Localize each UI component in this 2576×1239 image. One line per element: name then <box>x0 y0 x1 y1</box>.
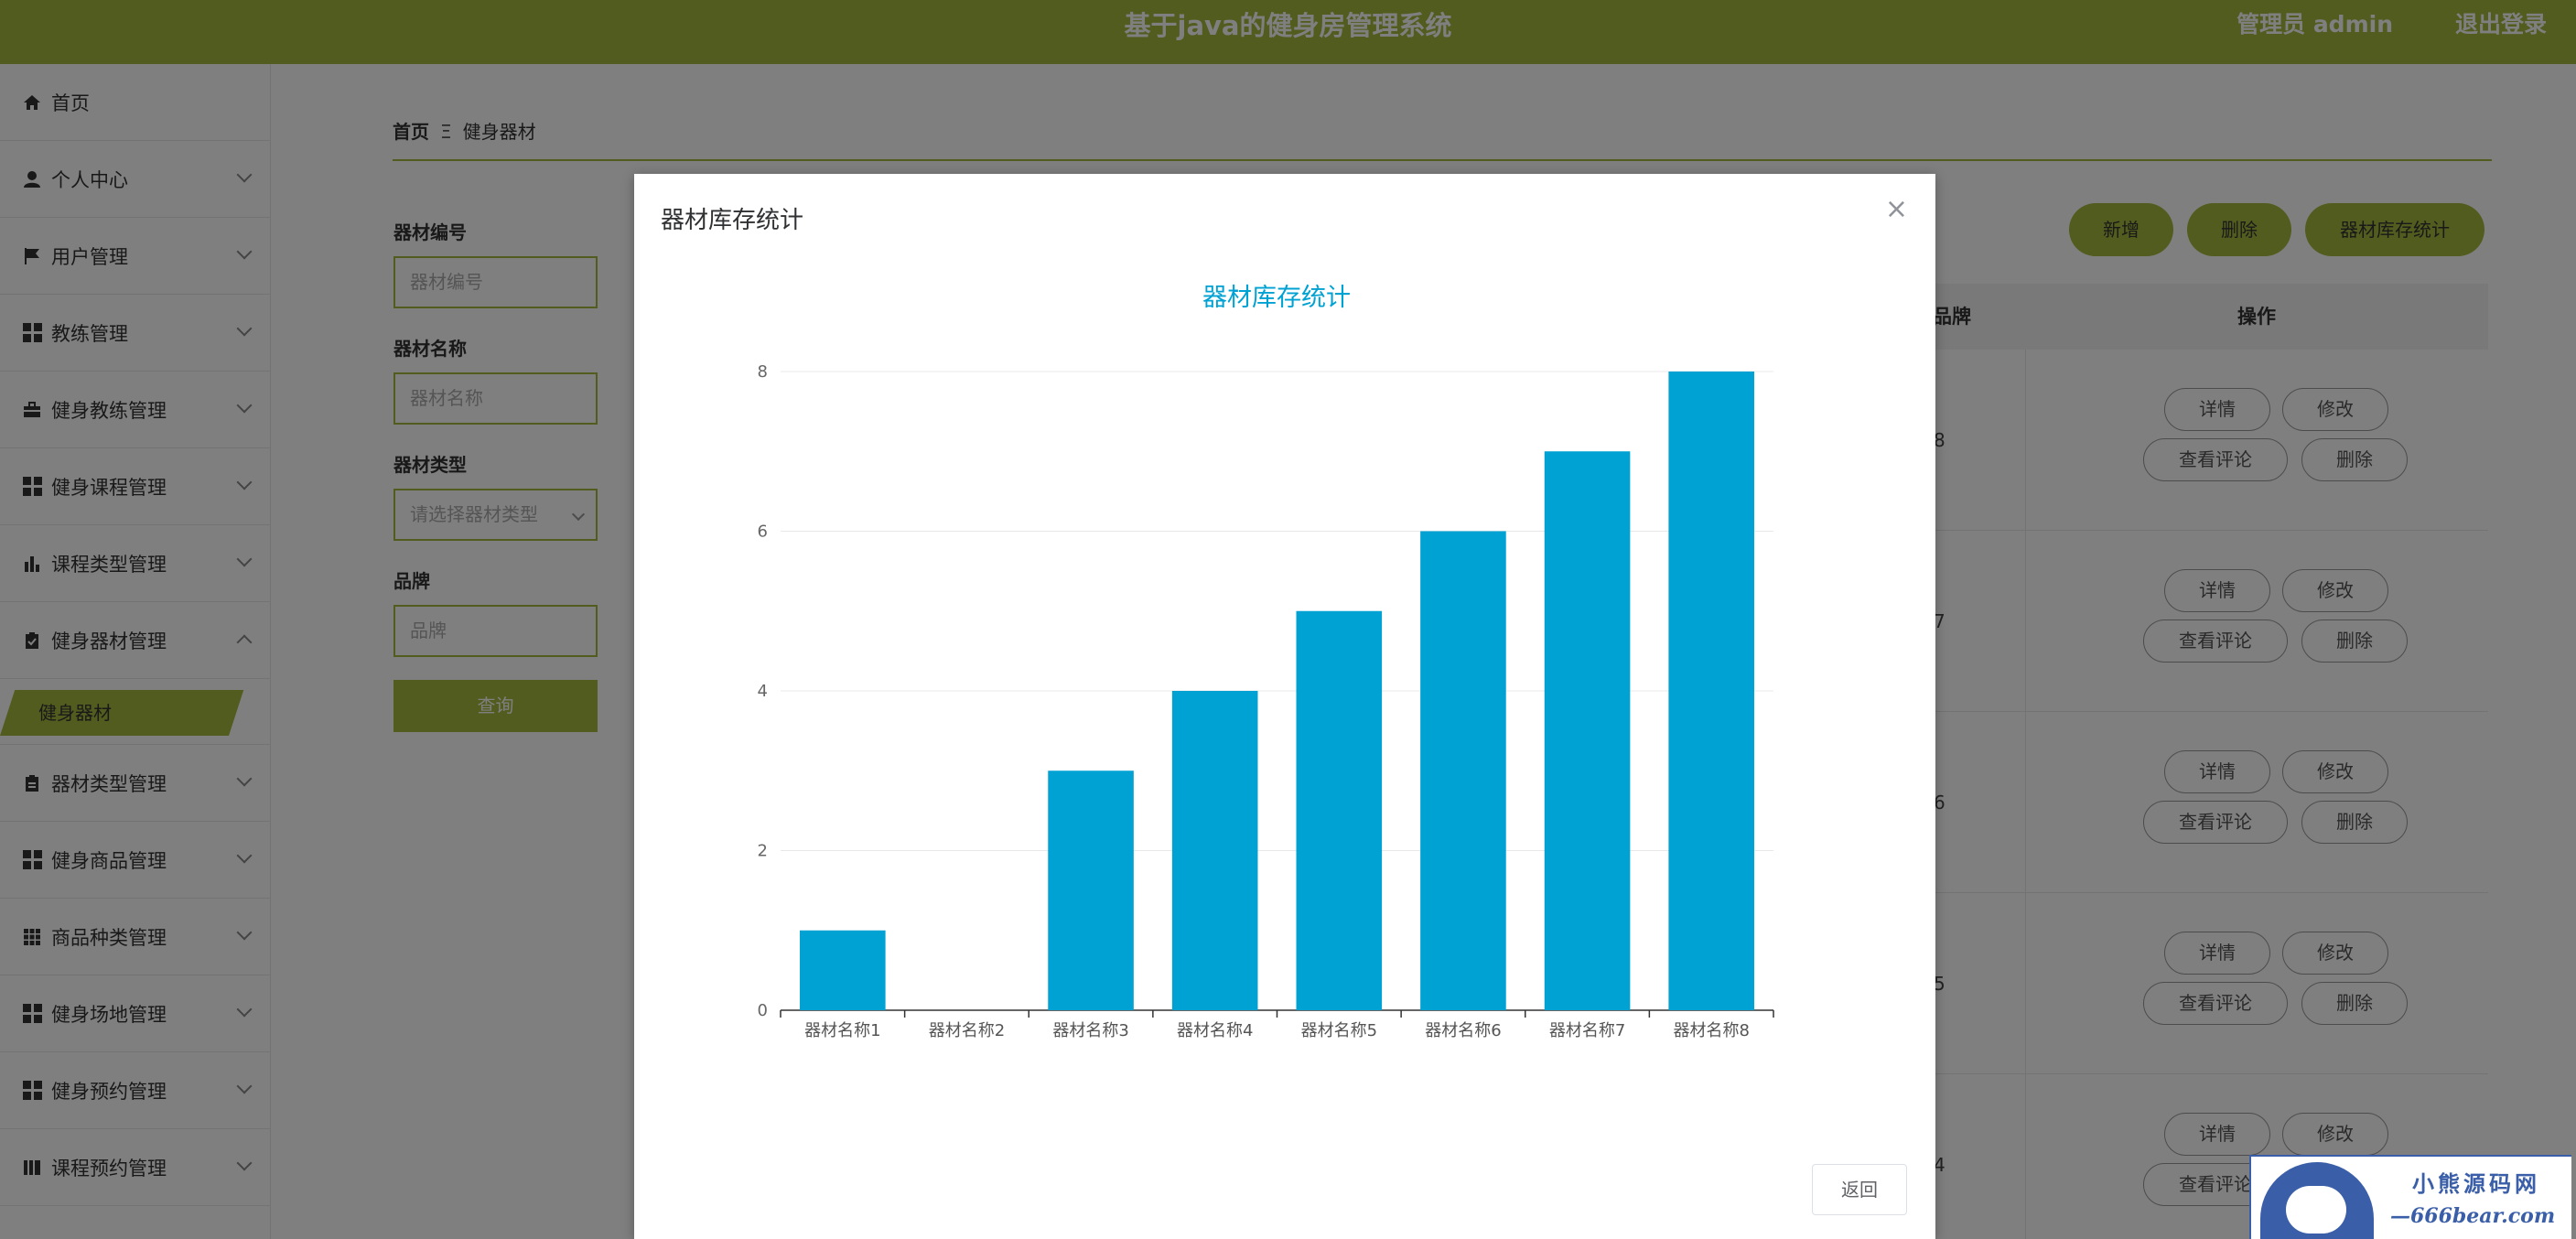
return-button[interactable]: 返回 <box>1812 1164 1907 1215</box>
x-tick-label: 器材名称1 <box>804 1021 880 1040</box>
bar <box>1420 531 1506 1010</box>
bar <box>800 930 886 1010</box>
stats-dialog: 器材库存统计 × 器材库存统计 0 2 4 6 8 器材名称1 器材名称2 器材名称3 器材名称4… <box>634 174 1935 1239</box>
y-tick-label: 6 <box>758 523 768 542</box>
y-tick-label: 4 <box>758 682 768 701</box>
watermark-logo: 小熊源码网 —666bear.com— <box>2249 1155 2571 1239</box>
bar <box>1668 372 1754 1010</box>
x-tick-label: 器材名称6 <box>1425 1021 1501 1040</box>
watermark-line2: —666bear.com— <box>2390 1204 2556 1239</box>
chart-container: 器材库存统计 0 2 4 6 8 器材名称1 器材名称2 器材名称3 器材名称4 器材名称5 器材名称… <box>634 265 1935 1180</box>
bar <box>1296 610 1383 1010</box>
x-tick-label: 器材名称7 <box>1549 1021 1625 1040</box>
dialog-title: 器材库存统计 <box>661 207 804 234</box>
bar-chart: 器材库存统计 0 2 4 6 8 器材名称1 器材名称2 器材名称3 器材名称4 器材名称5 器材名称… <box>758 284 1774 1040</box>
y-tick-label: 0 <box>758 1001 768 1020</box>
chart-title: 器材库存统计 <box>1202 284 1351 312</box>
x-tick-label: 器材名称4 <box>1177 1021 1253 1040</box>
y-tick-label: 2 <box>758 842 768 861</box>
x-tick-label: 器材名称2 <box>929 1021 1005 1040</box>
x-tick-label: 器材名称5 <box>1301 1021 1377 1040</box>
bear-logo-icon <box>2260 1162 2374 1239</box>
y-tick-label: 8 <box>758 362 768 382</box>
bar <box>1048 770 1134 1010</box>
watermark-line1: 小熊源码网 <box>2412 1170 2540 1197</box>
close-icon[interactable]: × <box>1885 196 1908 223</box>
bar <box>1544 451 1631 1010</box>
x-tick-label: 器材名称3 <box>1052 1021 1128 1040</box>
bar <box>1171 691 1258 1010</box>
x-tick-label: 器材名称8 <box>1673 1021 1749 1040</box>
